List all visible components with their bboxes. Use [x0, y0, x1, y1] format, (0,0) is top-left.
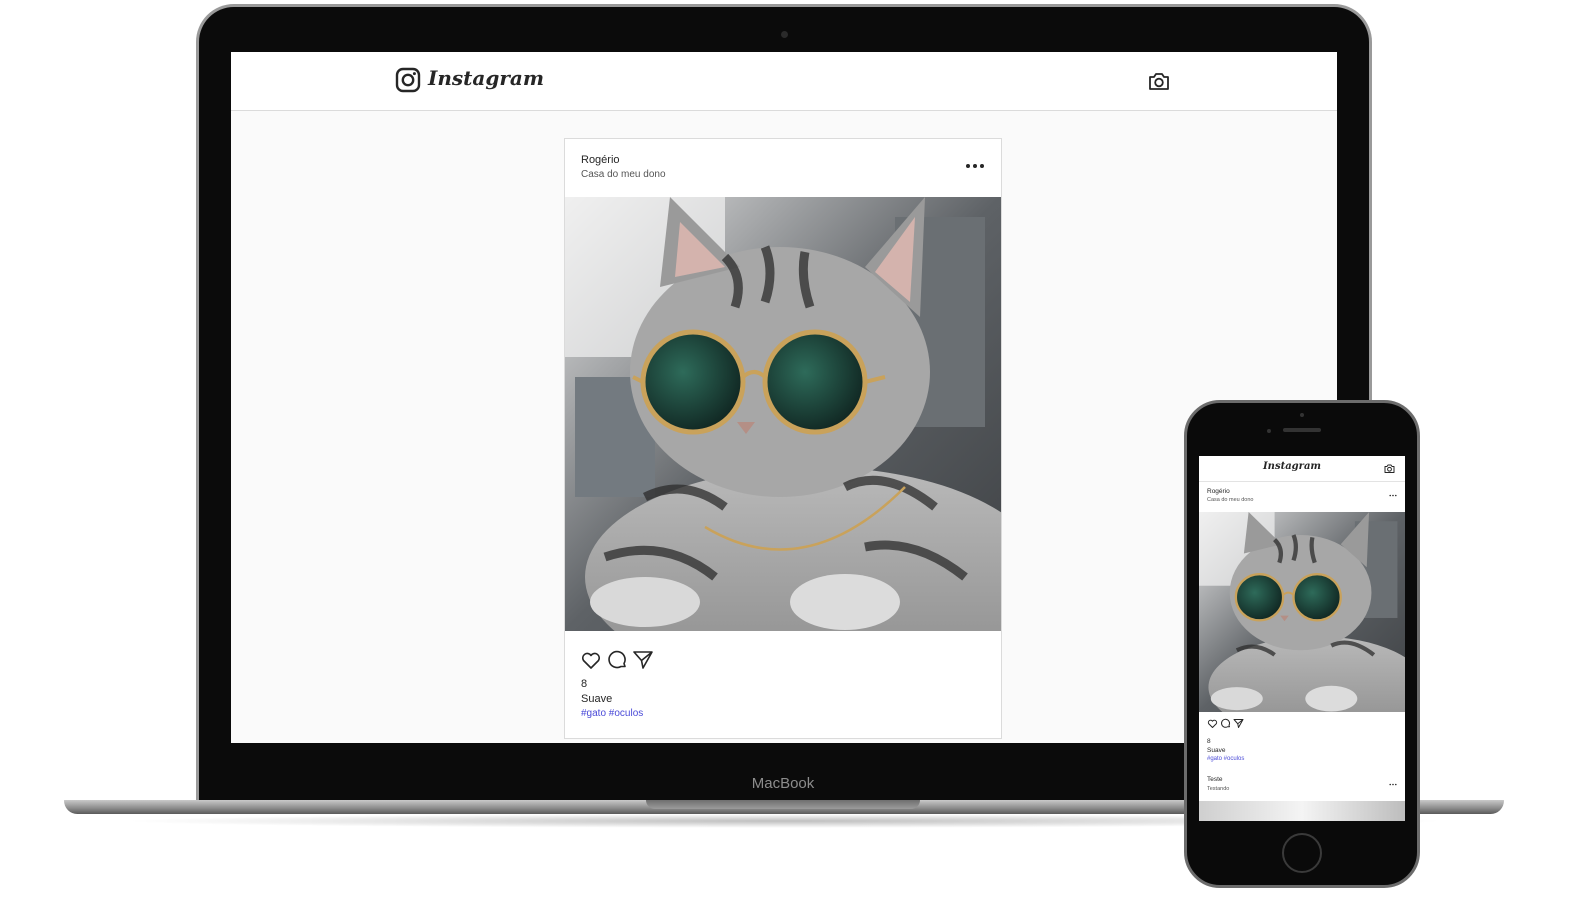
more-options-icon[interactable] [965, 163, 985, 169]
post-location[interactable]: Casa do meu dono [581, 169, 666, 180]
camera-icon[interactable] [1148, 70, 1170, 92]
cat-with-sunglasses-photo[interactable] [1199, 512, 1405, 712]
mobile-post-username[interactable]: Teste [1207, 776, 1223, 783]
comment-icon[interactable] [1220, 718, 1231, 729]
cat-with-sunglasses-photo[interactable] [565, 197, 1001, 631]
like-count: 8 [581, 678, 588, 690]
mobile-header: Instagram [1199, 456, 1405, 482]
post-username[interactable]: Rogério [581, 154, 620, 166]
more-options-icon[interactable] [1389, 494, 1397, 497]
instagram-wordmark-mobile[interactable]: Instagram [1263, 461, 1321, 472]
iphone-speaker [1283, 428, 1321, 432]
post-card: Rogério Casa do meu dono 8 Suave #gato #… [564, 138, 1002, 739]
instagram-glyph-icon[interactable] [395, 67, 421, 93]
instagram-wordmark[interactable]: Instagram [428, 66, 544, 90]
macbook-webcam [781, 31, 788, 38]
mobile-post-location[interactable]: Casa do meu dono [1207, 497, 1253, 503]
more-options-icon[interactable] [1389, 783, 1397, 786]
iphone-sensor [1300, 413, 1304, 417]
iphone-camera [1267, 429, 1271, 433]
post-caption: Suave [581, 693, 613, 705]
heart-icon[interactable] [1207, 718, 1218, 729]
mobile-screen: Instagram Rogério Casa do meu dono 8 Sua… [1199, 456, 1405, 821]
camera-icon[interactable] [1384, 463, 1395, 474]
desktop-screen: Instagram Rogério Casa do meu dono 8 Sua… [231, 52, 1337, 743]
macbook-hinge-notch [646, 800, 920, 809]
share-icon[interactable] [1233, 718, 1244, 729]
macbook-brand-label: MacBook [751, 775, 815, 792]
iphone-home-button[interactable] [1282, 833, 1322, 873]
heart-icon[interactable] [580, 649, 602, 671]
next-post-photo[interactable] [1199, 801, 1405, 821]
share-icon[interactable] [632, 649, 654, 671]
mobile-post-caption: Suave [1207, 747, 1226, 754]
mobile-post-location[interactable]: Testando [1207, 786, 1229, 792]
mobile-post-hashtags[interactable]: #gato #oculos [1207, 756, 1244, 762]
post-hashtags[interactable]: #gato #oculos [581, 708, 643, 719]
mobile-post-username[interactable]: Rogério [1207, 488, 1230, 495]
mobile-like-count: 8 [1207, 738, 1211, 745]
desktop-header: Instagram [231, 52, 1337, 111]
comment-icon[interactable] [606, 649, 628, 671]
